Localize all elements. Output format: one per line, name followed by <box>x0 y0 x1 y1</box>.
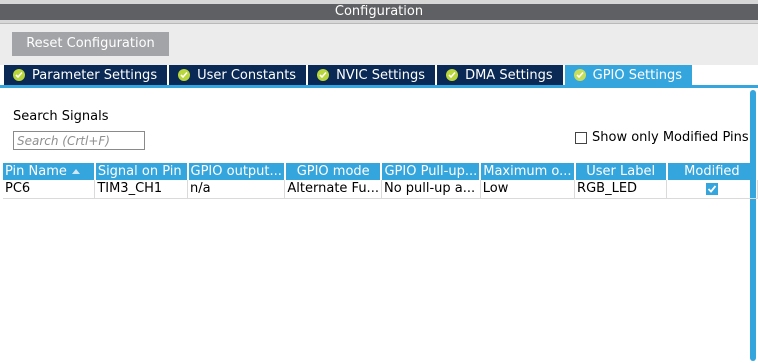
checkmark-icon <box>707 185 717 193</box>
cell-signal[interactable]: TIM3_CH1 <box>94 180 189 199</box>
column-header-modified[interactable]: Modified <box>666 163 758 180</box>
tab-label: Parameter Settings <box>32 67 158 83</box>
cell-gpio-mode[interactable]: Alternate Fu... <box>284 180 382 199</box>
column-header-max-speed[interactable]: Maximum o... <box>480 163 576 180</box>
tab-nvic-settings[interactable]: NVIC Settings <box>308 65 436 85</box>
sort-ascending-icon <box>71 169 80 174</box>
cell-gpio-output[interactable]: n/a <box>187 180 286 199</box>
tab-label: GPIO Settings <box>592 67 683 83</box>
cell-modified[interactable] <box>666 180 758 199</box>
table-row[interactable]: PC6 TIM3_CH1 n/a Alternate Fu... No pull… <box>3 180 758 199</box>
column-header-pin-name[interactable]: Pin Name <box>3 163 96 180</box>
title-bar: Configuration <box>0 0 758 24</box>
tab-label: NVIC Settings <box>336 67 426 83</box>
table-header-row: Pin Name Signal on Pin GPIO output... GP… <box>3 163 758 180</box>
column-header-gpio-mode[interactable]: GPIO mode <box>284 163 383 180</box>
column-header-pull[interactable]: GPIO Pull-up... <box>381 163 482 180</box>
window-title: Configuration <box>0 4 758 20</box>
check-circle-icon <box>573 69 586 81</box>
show-modified-label: Show only Modified Pins <box>592 130 749 145</box>
check-circle-icon <box>446 69 459 81</box>
tab-user-constants[interactable]: User Constants <box>169 65 307 85</box>
tab-parameter-settings[interactable]: Parameter Settings <box>4 65 168 85</box>
show-modified-checkbox[interactable]: Show only Modified Pins <box>575 130 749 145</box>
check-circle-icon <box>317 69 330 81</box>
column-header-gpio-output[interactable]: GPIO output... <box>187 163 286 180</box>
vertical-scrollbar[interactable] <box>749 88 758 363</box>
check-circle-icon <box>13 69 25 81</box>
cell-max-speed[interactable]: Low <box>480 180 576 199</box>
cell-pull[interactable]: No pull-up a... <box>381 180 481 199</box>
check-circle-icon <box>178 69 191 81</box>
column-header-user-label[interactable]: User Label <box>574 163 668 180</box>
tab-label: User Constants <box>197 67 297 83</box>
gpio-table: Pin Name Signal on Pin GPIO output... GP… <box>3 163 758 199</box>
tab-dma-settings[interactable]: DMA Settings <box>437 65 563 85</box>
reset-configuration-button[interactable]: Reset Configuration <box>12 32 169 56</box>
cell-user-label[interactable]: RGB_LED <box>574 180 668 199</box>
search-input[interactable] <box>13 131 145 150</box>
scrollbar-thumb[interactable] <box>750 90 756 361</box>
checkbox-box[interactable] <box>575 131 587 144</box>
tab-bar: Parameter Settings User Constants NVIC S… <box>4 65 694 85</box>
search-label: Search Signals <box>13 109 109 124</box>
modified-checkbox[interactable] <box>705 182 718 195</box>
tab-gpio-settings[interactable]: GPIO Settings <box>564 65 693 85</box>
cell-pin-name[interactable]: PC6 <box>3 180 96 199</box>
column-header-signal[interactable]: Signal on Pin <box>94 163 189 180</box>
tab-label: DMA Settings <box>465 67 553 83</box>
